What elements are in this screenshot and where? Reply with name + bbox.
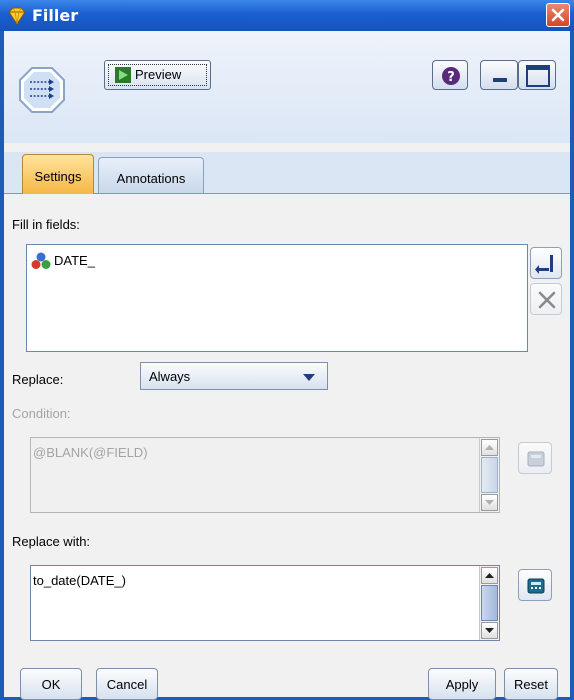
filler-node-icon (19, 67, 65, 113)
field-picker-icon (535, 255, 553, 274)
replace-with-value: to_date(DATE_) (33, 573, 126, 588)
filler-app-icon (8, 7, 26, 25)
dialog-client-area: Preview ? Settings Annotations Fill in f… (4, 31, 570, 700)
arrow-down-icon (485, 500, 494, 505)
reset-label: Reset (514, 677, 548, 692)
replace-with-label: Replace with: (12, 534, 91, 549)
scroll-up-button[interactable] (481, 439, 498, 456)
condition-scrollbar[interactable] (479, 438, 499, 512)
cancel-label: Cancel (106, 677, 148, 692)
maximize-icon (526, 65, 550, 87)
calculator-icon (527, 451, 545, 467)
replace-select[interactable]: Always (140, 362, 328, 390)
filler-dialog: Filler Preview ? Settings Annotations Fi… (0, 0, 574, 700)
ok-label: OK (41, 677, 61, 692)
window-title: Filler (32, 6, 79, 25)
scroll-down-button[interactable] (481, 622, 498, 639)
help-button[interactable]: ? (432, 60, 468, 90)
minimize-icon (493, 78, 507, 82)
help-icon: ? (442, 67, 460, 85)
maximize-button[interactable] (518, 60, 556, 90)
expression-builder-button[interactable] (518, 569, 552, 601)
minimize-button[interactable] (480, 60, 518, 90)
scroll-thumb[interactable] (481, 585, 498, 621)
replace-with-field[interactable]: to_date(DATE_) (30, 565, 500, 641)
preview-button[interactable]: Preview (104, 60, 211, 90)
field-name: DATE_ (54, 253, 95, 268)
svg-text:?: ? (447, 70, 455, 85)
cancel-button[interactable]: Cancel (96, 668, 158, 700)
scroll-up-button[interactable] (481, 567, 498, 584)
condition-value: @BLANK(@FIELD) (33, 445, 148, 460)
condition-expression-builder-button[interactable] (518, 442, 552, 474)
preview-label: Preview (135, 67, 182, 82)
replace-select-value: Always (149, 369, 191, 384)
chevron-down-icon (303, 374, 315, 381)
fill-in-fields-label: Fill in fields: (12, 217, 80, 232)
title-bar[interactable]: Filler (0, 0, 574, 31)
tab-settings[interactable]: Settings (22, 154, 94, 194)
reset-button[interactable]: Reset (504, 668, 558, 700)
close-button[interactable] (546, 3, 570, 27)
play-icon (115, 67, 131, 83)
fill-in-fields-list[interactable]: DATE_ (26, 244, 528, 352)
toolbar: Preview ? (4, 31, 570, 143)
delete-icon (538, 291, 556, 309)
apply-button[interactable]: Apply (428, 668, 496, 700)
ok-button[interactable]: OK (20, 668, 82, 700)
scroll-thumb[interactable] (481, 457, 498, 493)
condition-field[interactable]: @BLANK(@FIELD) (30, 437, 500, 513)
set-field-icon (31, 252, 51, 269)
arrow-up-icon (485, 445, 494, 450)
tab-annotations-label: Annotations (116, 171, 186, 186)
condition-label: Condition: (12, 406, 71, 421)
pick-fields-button[interactable] (530, 247, 562, 279)
tab-settings-label: Settings (34, 169, 82, 184)
arrow-up-icon (485, 573, 494, 578)
scroll-down-button[interactable] (481, 494, 498, 511)
apply-label: Apply (445, 677, 479, 692)
tab-bar: Settings Annotations (4, 152, 570, 194)
close-icon (551, 8, 565, 22)
arrow-down-icon (485, 628, 494, 633)
delete-field-button[interactable] (530, 283, 562, 315)
replace-with-scrollbar[interactable] (479, 566, 499, 640)
replace-label: Replace: (12, 372, 64, 387)
calculator-icon (527, 578, 545, 594)
tab-annotations[interactable]: Annotations (98, 157, 204, 193)
